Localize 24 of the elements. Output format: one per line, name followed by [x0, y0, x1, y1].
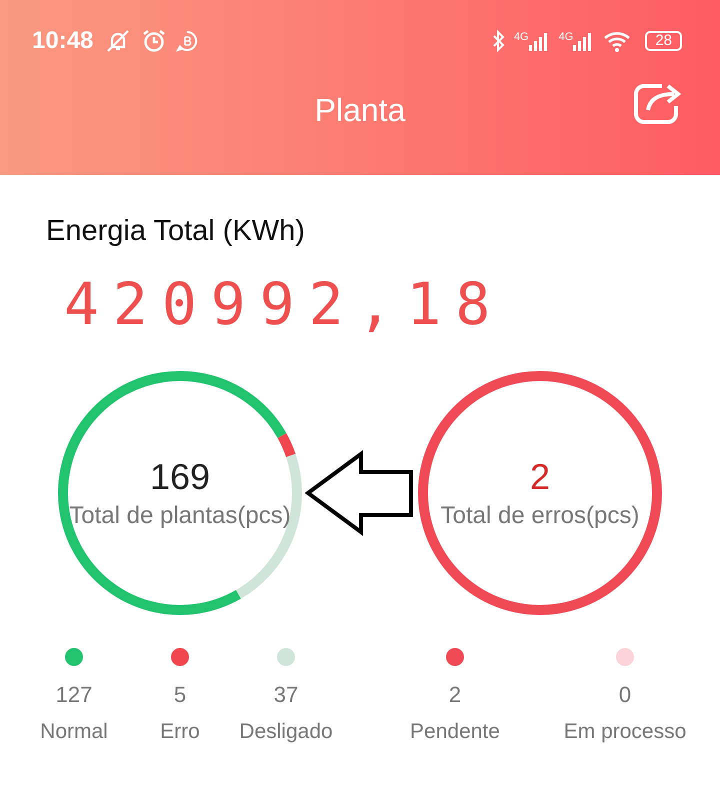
legend-label: Desligado: [239, 720, 333, 744]
status-time: 10:48: [32, 27, 94, 55]
gauge-label: Total de erros(pcs): [440, 502, 640, 530]
legend-label: Pendente: [410, 720, 500, 744]
legend-count: 127: [56, 682, 92, 708]
legend-label: Normal: [40, 720, 108, 744]
gauge-value: 2: [530, 456, 550, 498]
legend-label: Erro: [160, 720, 200, 744]
legend-label: Em processo: [564, 720, 686, 744]
alarm-clock-icon: [141, 28, 168, 54]
battery-indicator: 28: [645, 31, 682, 51]
bluetooth-icon: [492, 29, 506, 53]
chat-bubble-icon: [175, 29, 200, 53]
network-type-label: 4G: [514, 31, 529, 43]
gauge-value: 169: [150, 456, 210, 498]
page-title: Planta: [314, 92, 406, 129]
legend-count: 0: [618, 682, 632, 708]
energy-display: 420992,18: [64, 270, 504, 338]
legend-count: 2: [448, 682, 462, 708]
network-type-label: 4G: [558, 31, 574, 43]
legend-count: 37: [274, 682, 298, 708]
gauge-label: Total de plantas(pcs): [69, 502, 291, 530]
legend-count: 5: [174, 682, 186, 708]
energy-label: Energia Total (KWh): [46, 215, 305, 248]
